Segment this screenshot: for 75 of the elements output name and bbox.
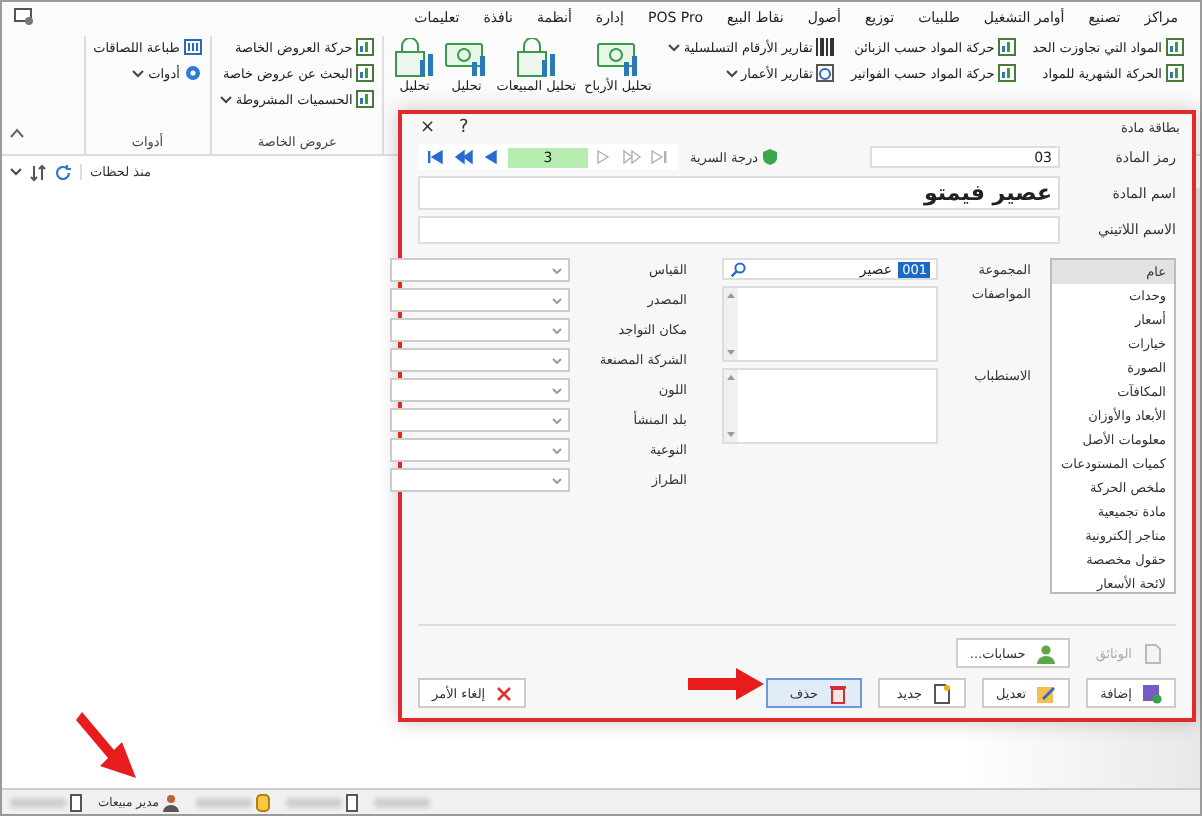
chevron-down-icon (725, 69, 738, 77)
document-icon (1142, 643, 1162, 663)
report-icon (998, 38, 1017, 56)
chevron-down-icon (552, 387, 563, 393)
dropdown-field[interactable] (390, 318, 571, 342)
chevron-down-icon (667, 43, 680, 51)
name-field[interactable]: عصير فيمتو (418, 176, 1060, 210)
double-left-icon (454, 148, 474, 166)
clock-report-icon (816, 64, 835, 82)
server-icon (70, 793, 82, 811)
monitor-person-icon (14, 8, 34, 26)
money-chart-icon (595, 38, 640, 78)
previous-icon (482, 148, 502, 166)
blurred-text (374, 797, 431, 807)
sort-icon (30, 163, 46, 181)
scrollbar[interactable] (724, 370, 739, 442)
nav-button[interactable] (424, 146, 448, 168)
person-icon (162, 793, 181, 811)
label-printer-icon (183, 38, 202, 56)
chevron-down-icon (552, 357, 563, 363)
first-record-icon (426, 148, 446, 166)
chevron-down-icon (552, 417, 563, 423)
help-button[interactable]: ? (453, 117, 475, 137)
nav-button[interactable] (452, 146, 476, 168)
dropdown-field[interactable] (390, 348, 571, 372)
edit-icon (1036, 683, 1057, 703)
shield-icon (762, 148, 779, 166)
bag-chart-icon (392, 38, 437, 78)
last-record-icon (650, 148, 670, 166)
chevron-down-icon (552, 327, 563, 333)
database-icon (256, 793, 271, 811)
dropdown-field[interactable] (390, 408, 571, 432)
report-icon (1166, 64, 1184, 82)
report-icon (998, 64, 1017, 82)
arrow-drawing (76, 712, 136, 778)
trash-icon (828, 683, 848, 703)
dropdown-field[interactable] (390, 258, 571, 282)
report-icon (356, 38, 375, 56)
text-area[interactable] (722, 368, 939, 444)
arrow-drawing (688, 668, 764, 700)
dropdown-field[interactable] (390, 438, 571, 462)
chevron-down-icon (552, 297, 563, 303)
server-icon (346, 793, 359, 811)
scrollbar[interactable] (724, 288, 739, 360)
next-icon (594, 148, 614, 166)
blurred-text (10, 797, 66, 807)
close-button[interactable]: × (414, 117, 442, 137)
refresh-icon (54, 163, 72, 181)
barcode-icon (816, 38, 835, 56)
chevron-down-icon (132, 69, 145, 77)
new-document-icon (932, 683, 952, 703)
double-right-icon (622, 148, 642, 166)
collapse-chevron-icon (10, 128, 24, 138)
chevron-down-icon (552, 477, 563, 483)
gear-icon (183, 64, 202, 82)
latin-name-field[interactable] (418, 216, 1060, 244)
dropdown-field[interactable] (390, 288, 571, 312)
person-icon (1035, 643, 1056, 663)
dropdown-field[interactable] (390, 468, 571, 492)
bag-chart-icon (514, 38, 559, 78)
dropdown-field[interactable] (390, 378, 571, 402)
report-icon (356, 64, 375, 82)
report-icon (356, 90, 375, 108)
close-icon (495, 685, 512, 701)
text-area[interactable] (722, 286, 939, 362)
search-icon (730, 261, 747, 277)
chevron-down-icon (10, 168, 22, 176)
blurred-text (196, 797, 253, 807)
blurred-text (286, 797, 343, 807)
save-plus-icon (1142, 683, 1162, 703)
chevron-down-icon (552, 267, 563, 273)
chevron-down-icon (219, 95, 232, 103)
money-chart-icon (444, 38, 489, 78)
report-icon (1166, 38, 1184, 56)
chevron-down-icon (552, 447, 563, 453)
